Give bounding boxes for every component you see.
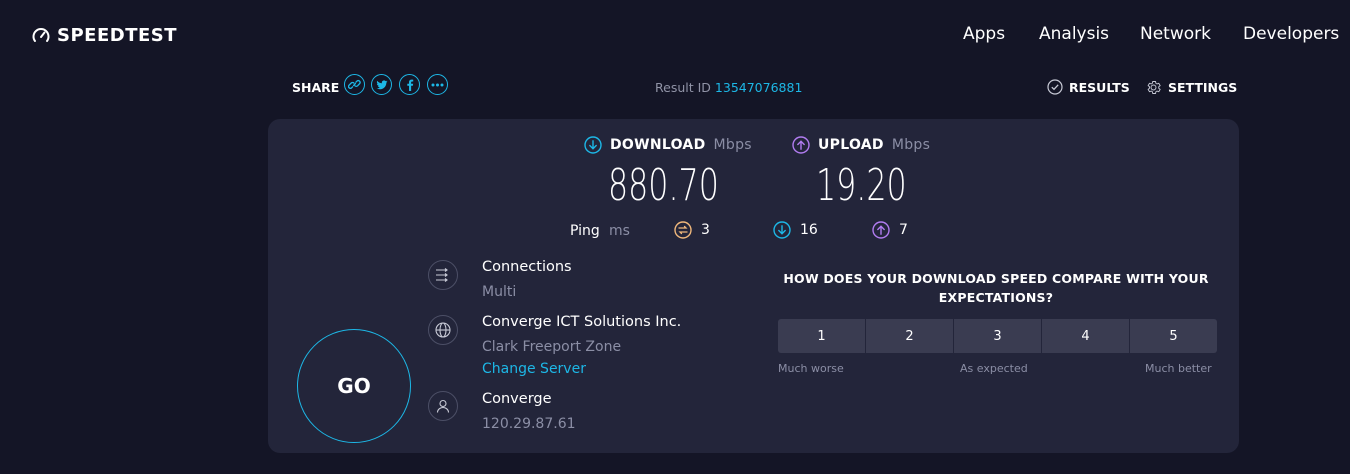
- user-icon: [428, 391, 458, 421]
- result-card: DOWNLOAD Mbps 880.70 UPLOAD Mbps 19.20 P…: [268, 119, 1239, 453]
- gauge-icon: [32, 27, 50, 42]
- gear-icon: [1147, 81, 1161, 94]
- check-circle-icon: [1047, 79, 1063, 95]
- share-link-button[interactable]: [344, 74, 365, 95]
- rating-option-1[interactable]: 1: [778, 319, 865, 353]
- connections-title: Connections: [482, 259, 572, 275]
- download-unit: Mbps: [713, 137, 752, 153]
- result-id-link[interactable]: 13547076881: [715, 80, 802, 95]
- ping-upload: 7: [872, 221, 908, 239]
- share-facebook-button[interactable]: [399, 74, 420, 95]
- rating-question: HOW DOES YOUR DOWNLOAD SPEED COMPARE WIT…: [783, 271, 1209, 305]
- settings-label: SETTINGS: [1168, 80, 1238, 95]
- result-id: Result ID 13547076881: [655, 80, 802, 95]
- ping-upload-icon: [872, 221, 890, 239]
- share-more-button[interactable]: [427, 74, 448, 95]
- server-title: Converge ICT Solutions Inc.: [482, 314, 682, 330]
- facebook-icon: [406, 79, 413, 91]
- upload-value: 19.20: [816, 160, 907, 211]
- more-icon: [431, 83, 444, 86]
- server-location: Clark Freeport Zone: [482, 339, 622, 355]
- download-metric: DOWNLOAD Mbps 880.70: [584, 136, 752, 211]
- rating-scale: 1 2 3 4 5: [778, 319, 1217, 353]
- ping-download-value: 16: [800, 222, 818, 238]
- top-bar: SPEEDTEST Apps Analysis Network Develope…: [0, 0, 1350, 70]
- upload-metric: UPLOAD Mbps 19.20: [792, 136, 930, 211]
- download-header: DOWNLOAD Mbps: [584, 136, 752, 154]
- rating-option-3[interactable]: 3: [954, 319, 1041, 353]
- rating-option-4[interactable]: 4: [1042, 319, 1129, 353]
- ping-unit: ms: [609, 223, 630, 239]
- upload-unit: Mbps: [891, 137, 931, 153]
- ping-download-icon: [773, 221, 791, 239]
- upload-arrow-icon: [792, 136, 810, 154]
- download-value: 880.70: [608, 160, 719, 211]
- nav-apps[interactable]: Apps: [963, 24, 1005, 44]
- isp-title: Converge: [482, 391, 552, 407]
- nav-developers[interactable]: Developers: [1243, 24, 1339, 44]
- connections-icon: [428, 260, 458, 290]
- nav-network[interactable]: Network: [1140, 24, 1211, 44]
- logo-text: SPEEDTEST: [57, 25, 178, 46]
- upload-label: UPLOAD: [818, 137, 884, 153]
- rating-option-2[interactable]: 2: [866, 319, 953, 353]
- download-label: DOWNLOAD: [610, 137, 706, 153]
- go-button[interactable]: GO: [297, 329, 411, 443]
- ping-idle: 3: [674, 221, 710, 239]
- ping-upload-value: 7: [899, 222, 908, 238]
- rating-option-5[interactable]: 5: [1130, 319, 1217, 353]
- results-label: RESULTS: [1069, 79, 1130, 95]
- results-button[interactable]: RESULTS: [1047, 79, 1130, 95]
- nav-analysis[interactable]: Analysis: [1039, 24, 1109, 44]
- download-arrow-icon: [584, 136, 602, 154]
- twitter-icon: [376, 79, 387, 89]
- rating-low-label: Much worse: [778, 362, 844, 375]
- share-label: SHARE: [292, 80, 340, 95]
- ping-idle-value: 3: [701, 222, 710, 238]
- ip-address: 120.29.87.61: [482, 416, 576, 432]
- rating-mid-label: As expected: [960, 362, 1028, 375]
- ping-download: 16: [773, 221, 818, 239]
- settings-button[interactable]: SETTINGS: [1145, 79, 1237, 96]
- change-server-link[interactable]: Change Server: [482, 361, 586, 377]
- ping-label: Ping: [570, 223, 600, 239]
- rating-high-label: Much better: [1145, 362, 1212, 375]
- share-twitter-button[interactable]: [371, 74, 392, 95]
- result-id-label: Result ID: [655, 80, 711, 95]
- link-icon: [348, 79, 361, 89]
- ping-idle-icon: [674, 221, 692, 239]
- globe-icon: [428, 315, 458, 345]
- connections-value: Multi: [482, 284, 517, 300]
- speedtest-logo[interactable]: SPEEDTEST: [31, 25, 177, 46]
- upload-header: UPLOAD Mbps: [792, 136, 930, 154]
